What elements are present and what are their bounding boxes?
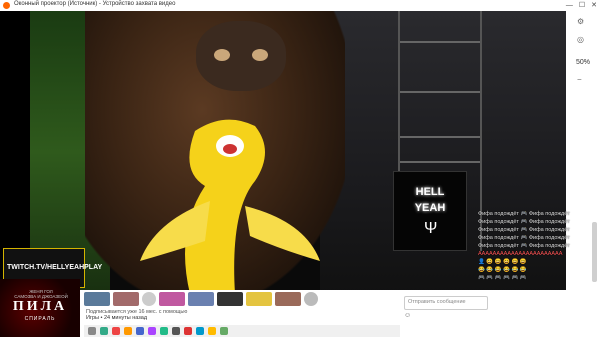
thumbnail[interactable] <box>159 292 185 306</box>
chrome-icon[interactable]: ◎ <box>577 35 589 45</box>
taskbar-icon[interactable] <box>124 327 132 335</box>
message-placeholder: Отправить сообщение <box>408 299 466 305</box>
neon-line-1: HELL <box>415 186 445 198</box>
taskbar-icon[interactable] <box>148 327 156 335</box>
chat-message: Фифа подождёт 🎮 Фифа подождёт <box>478 227 570 233</box>
chat-message: Фифа подождёт 🎮 Фифа подождёт <box>478 243 570 249</box>
taskbar-icon[interactable] <box>112 327 120 335</box>
thumbnail[interactable] <box>113 292 139 306</box>
thumbnail[interactable] <box>246 292 272 306</box>
thumbnail[interactable] <box>84 292 110 306</box>
zoom-level[interactable]: 50% <box>569 59 597 66</box>
chat-message: Фифа подождёт 🎮 Фифа подождёт <box>478 235 570 241</box>
stream-thumbnails <box>84 292 318 306</box>
chat-message: 🎮 🎮 🎮 🎮 🎮 🎮 <box>478 275 527 281</box>
taskbar-icon[interactable] <box>100 327 108 335</box>
taskbar-icon[interactable] <box>88 327 96 335</box>
chat-message: Фифа подождёт 🎮 Фифа подождёт <box>478 211 570 217</box>
zoom-minus-icon[interactable]: − <box>577 75 589 85</box>
maximize-button[interactable]: ☐ <box>579 0 585 11</box>
trident-icon: Ψ <box>424 220 438 237</box>
chat-message: AAAAAAAAAAAAAAAAAAAAAAA <box>478 251 563 257</box>
taskbar-icon[interactable] <box>136 327 144 335</box>
chat-message-input[interactable]: Отправить сообщение <box>404 296 488 310</box>
chat-overlay: Фифа подождёт 🎮 Фифа подождёт Фифа подож… <box>478 210 600 294</box>
taskbar-icon[interactable] <box>172 327 180 335</box>
close-icon[interactable] <box>304 292 318 306</box>
monkey-face <box>196 21 286 91</box>
taskbar-icon[interactable] <box>196 327 204 335</box>
thumbnail[interactable] <box>275 292 301 306</box>
chat-message: 👤 😄 😄 😄 😄 😄 <box>478 259 527 265</box>
movie-poster: ЖЕНЯ ГОЛ САМОЗВА И ДЖОАЗЕОЙ ПИЛА СПИРАЛЬ <box>0 279 80 337</box>
neon-line-2: YEAH <box>414 202 446 214</box>
taskbar <box>84 325 400 337</box>
taskbar-icon[interactable] <box>160 327 168 335</box>
activity-status: Игры • 24 минуты назад <box>86 315 148 321</box>
app-icon <box>3 2 10 9</box>
puzzle-icon[interactable]: ⚙ <box>577 17 589 27</box>
banana-image <box>140 119 320 294</box>
thumbnail[interactable] <box>142 292 156 306</box>
chat-scrollbar[interactable] <box>592 222 597 282</box>
minimize-button[interactable]: — <box>566 0 573 11</box>
taskbar-icon[interactable] <box>184 327 192 335</box>
window-controls: — ☐ ✕ <box>566 0 597 11</box>
thumbnail[interactable] <box>217 292 243 306</box>
poster-subtitle: СПИРАЛЬ <box>24 316 56 322</box>
poster-title: ПИЛА <box>12 299 68 314</box>
chat-message: 😂 😂 😂 😂 😂 😂 <box>478 267 527 273</box>
twitch-url: TWITCH.TV/HELLYEAHPLAY <box>7 264 103 271</box>
thumbnail[interactable] <box>188 292 214 306</box>
window-title: Оконный проектор (Источник) - Устройство… <box>14 1 176 7</box>
chat-message: Фифа подождёт 🎮 Фифа подождёт <box>478 219 570 225</box>
poster-caption: ЖЕНЯ ГОЛ САМОЗВА И ДЖОАЗЕОЙ <box>14 289 68 299</box>
emoji-icon[interactable]: ☺ <box>404 312 411 319</box>
close-button[interactable]: ✕ <box>591 0 597 11</box>
taskbar-icon[interactable] <box>220 327 228 335</box>
taskbar-icon[interactable] <box>208 327 216 335</box>
neon-sign: HELL YEAH Ψ <box>393 171 467 251</box>
